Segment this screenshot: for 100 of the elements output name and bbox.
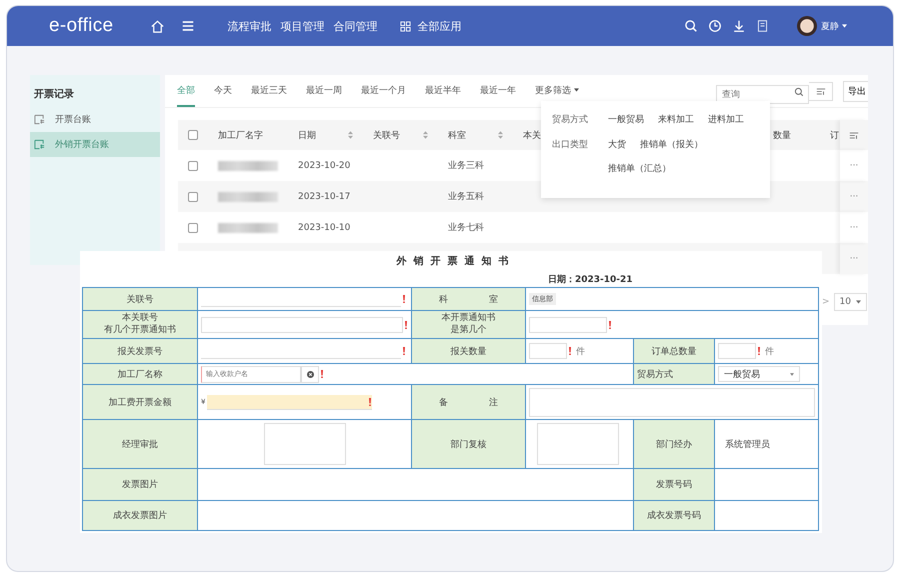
column-title: 关联号 [373, 130, 400, 142]
row-actions-button[interactable]: ··· [850, 254, 858, 264]
checkbox[interactable] [188, 192, 198, 202]
blurred-text [218, 222, 278, 232]
input-field[interactable] [529, 316, 607, 332]
filter-tab[interactable]: 最近一年 [480, 75, 516, 107]
row-actions-button[interactable]: ··· [850, 160, 858, 170]
filter-group-label: 出口类型 [552, 138, 589, 152]
blurred-text [218, 160, 278, 170]
page-size-select[interactable]: 10 [834, 293, 867, 311]
table-cell-text: 业务三科 [448, 160, 484, 172]
search-icon[interactable] [794, 86, 804, 96]
nav-link[interactable]: 项目管理 [280, 18, 324, 34]
filter-settings-button[interactable] [809, 82, 833, 100]
input-field[interactable] [718, 343, 756, 359]
filter-option[interactable]: 来料加工 [658, 113, 694, 126]
avatar[interactable] [797, 16, 817, 36]
grid-icon[interactable] [400, 20, 412, 32]
field-label: 本开票通知书 [440, 312, 496, 324]
ledger-icon [34, 114, 45, 125]
input-field[interactable] [201, 316, 403, 332]
filter-tab[interactable]: 最近半年 [425, 75, 461, 107]
field-label: 报关发票号 [118, 346, 162, 356]
checkbox[interactable] [188, 130, 198, 140]
field-label: 备 注 [439, 398, 498, 408]
field-label: 加工费开票金额 [108, 398, 172, 408]
ledger-icon [34, 139, 45, 150]
table-cell-text: 业务七科 [448, 222, 484, 234]
column-title: 订 [830, 130, 839, 142]
field-label: 订单总数量 [652, 346, 696, 356]
field-label: 经理审批 [122, 440, 158, 450]
filter-option[interactable]: 进料加工 [708, 113, 744, 126]
caret-icon[interactable] [842, 24, 847, 28]
caret-icon [790, 372, 794, 376]
field-label: 成衣发票号码 [647, 511, 701, 521]
download-icon[interactable] [732, 19, 746, 33]
column-title: 本关 [523, 130, 541, 142]
search-field[interactable]: 查询 [716, 85, 809, 104]
sort-icon[interactable] [498, 131, 503, 139]
field-label: 是第几个 [450, 324, 488, 336]
filter-option[interactable]: 推销单（汇总） [608, 162, 671, 175]
clock-icon[interactable] [708, 19, 722, 33]
blurred-text [218, 192, 278, 202]
sort-icon[interactable] [348, 131, 353, 139]
filter-lines-icon [816, 86, 826, 96]
filter-option[interactable]: 一般贸易 [608, 113, 644, 126]
input-field[interactable] [529, 343, 567, 359]
field-label: 本关联号 [121, 312, 159, 324]
search-icon[interactable] [684, 19, 698, 33]
logo[interactable]: e-office [49, 15, 114, 37]
pick-button[interactable] [301, 366, 319, 382]
sort-icon[interactable] [423, 131, 428, 139]
home-icon[interactable] [150, 18, 166, 34]
row-actions-button[interactable]: ··· [850, 192, 858, 202]
all-apps-link[interactable]: 全部应用 [417, 18, 462, 34]
nav-link[interactable]: 流程审批 [227, 18, 272, 34]
column-title: 日期 [298, 130, 316, 142]
trade-mode-select[interactable]: 一般贸易 [718, 366, 800, 382]
filter-tab[interactable]: 最近三天 [251, 75, 287, 107]
column-settings-icon[interactable] [849, 130, 859, 140]
sidebar-title: 开票记录 [33, 88, 75, 102]
user-name[interactable]: 夏静 [821, 20, 839, 32]
table-cell-text: 业务五科 [448, 190, 484, 203]
field-label: 部门经办 [656, 440, 692, 450]
sidebar-item[interactable]: 开票台账 [30, 107, 160, 132]
field-label: 关联号 [126, 294, 154, 304]
clear-icon [306, 370, 314, 378]
field-value: 系统管理员 [725, 440, 770, 450]
field-label: 加工厂名称 [118, 370, 162, 380]
filter-group-label: 贸易方式 [552, 114, 589, 126]
field-label: 科 室 [439, 294, 498, 304]
filter-tab[interactable]: 最近一个月 [361, 75, 406, 107]
checkbox[interactable] [188, 160, 198, 170]
filter-tab[interactable]: 最近一周 [306, 75, 342, 107]
export-button[interactable]: 导出 [843, 80, 868, 102]
field-label: 成衣发票图片 [113, 511, 167, 521]
amount-input[interactable] [207, 394, 372, 410]
filter-option[interactable]: 大货 [608, 138, 626, 151]
table-cell: 2023-10-10 [298, 222, 350, 232]
more-filter-dropdown[interactable]: 更多筛选 [535, 75, 579, 107]
document-icon[interactable] [756, 19, 769, 33]
column-title: 科室 [448, 130, 466, 142]
nav-link[interactable]: 合同管理 [333, 18, 378, 34]
filter-tab[interactable]: 全部 [177, 75, 195, 107]
field-label: 发票号码 [656, 480, 692, 490]
column-title: 加工厂名字 [218, 130, 263, 142]
filter-option[interactable]: 推销单（报关） [640, 138, 703, 151]
row-actions-button[interactable]: ··· [850, 222, 858, 232]
table-cell: 2023-10-20 [298, 160, 350, 170]
field-label: 有几个开票通知书 [103, 324, 177, 336]
unit-label: 件 [765, 346, 774, 358]
menu-icon[interactable] [181, 19, 196, 33]
field-label: 发票图片 [122, 480, 158, 490]
caret-icon [574, 88, 579, 92]
column-title: 数量 [773, 130, 791, 142]
field-label: 部门复核 [450, 440, 486, 450]
form-title: 外销开票通知书 [395, 254, 516, 269]
field-label: 报关数量 [450, 346, 486, 356]
checkbox[interactable] [188, 222, 198, 232]
filter-tab[interactable]: 今天 [214, 75, 232, 107]
